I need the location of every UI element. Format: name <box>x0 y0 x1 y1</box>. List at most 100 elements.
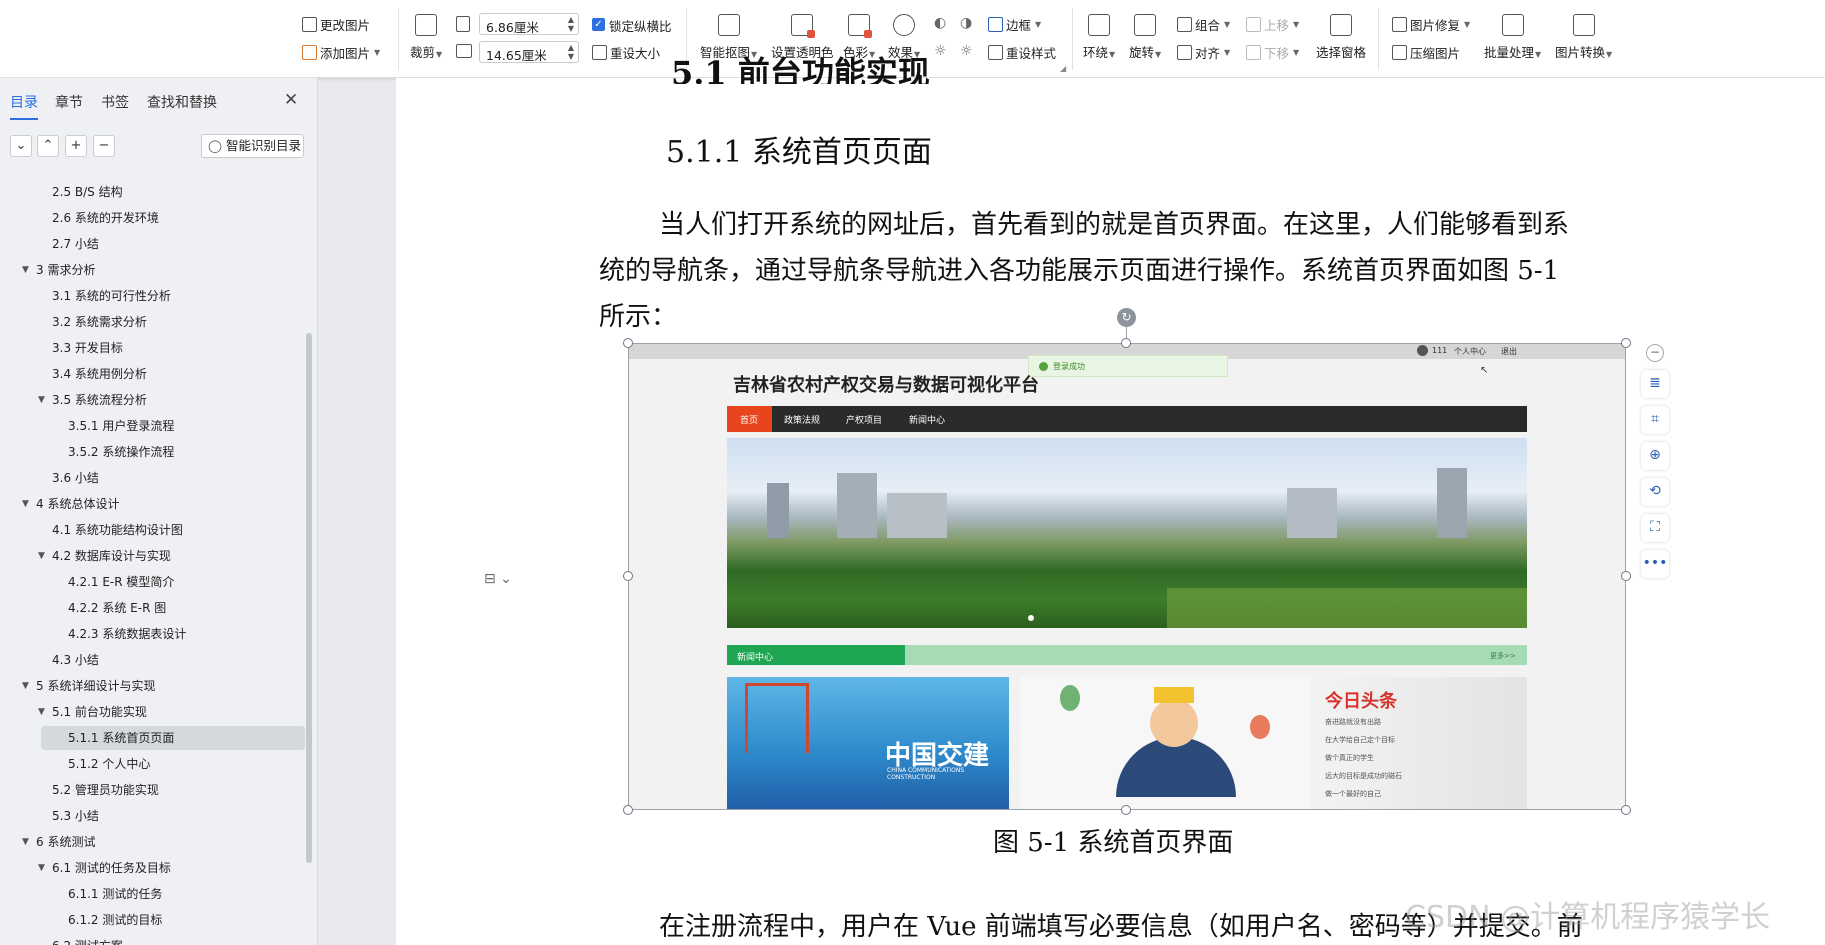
resize-handle[interactable] <box>623 338 633 348</box>
lock-ratio-checkbox[interactable]: ✓ <box>592 18 605 31</box>
selection-pane-button[interactable]: 选择窗格 <box>1316 14 1366 61</box>
resize-handle[interactable] <box>623 571 633 581</box>
layout-options-icon[interactable]: ⊟ ⌄ <box>484 571 512 587</box>
expand-toggle-icon[interactable]: ▼ <box>22 837 29 847</box>
layout-options-button[interactable]: ≣ <box>1641 370 1669 398</box>
toc-item[interactable]: 3.1 系统的可行性分析 <box>52 284 171 308</box>
toc-item[interactable]: 3.3 开发目标 <box>52 336 123 360</box>
embedded-nav-item: 产权项目 <box>846 416 883 426</box>
rotate-button[interactable]: 旋转▼ <box>1129 14 1161 61</box>
toc-item[interactable]: 5.1.1 系统首页页面 <box>41 726 305 750</box>
toc-item[interactable]: 3.5.1 用户登录流程 <box>68 414 174 438</box>
screen-capture-button[interactable]: ⛶ <box>1641 514 1669 542</box>
toc-item[interactable]: 3.5.2 系统操作流程 <box>68 440 174 464</box>
height-stepper[interactable]: ▲ ▼ <box>568 15 574 33</box>
toc-item[interactable]: 6 系统测试 <box>36 830 95 854</box>
reset-style-button[interactable]: 重设样式 <box>988 42 1056 62</box>
resize-handle[interactable] <box>623 805 633 815</box>
toc-item[interactable]: 5.2 管理员功能实现 <box>52 778 159 802</box>
batch-process-button[interactable]: 批量处理▼ <box>1484 14 1541 61</box>
compress-image-button[interactable]: 压缩图片 <box>1392 42 1460 62</box>
collapse-toolbar-icon[interactable]: − <box>1646 344 1664 362</box>
toc-item[interactable]: 3.2 系统需求分析 <box>52 310 147 334</box>
toc-item[interactable]: 4.1 系统功能结构设计图 <box>52 518 183 542</box>
width-stepper[interactable]: ▲ ▼ <box>568 43 574 61</box>
expand-toggle-icon[interactable]: ▼ <box>22 681 29 691</box>
move-down-button[interactable]: 下移 ▼ <box>1246 42 1299 62</box>
zoom-button[interactable]: ⊕ <box>1641 442 1669 470</box>
toc-item[interactable]: 3.4 系统用例分析 <box>52 362 147 386</box>
toc-item-label: 5 系统详细设计与实现 <box>36 679 156 693</box>
tab-toc[interactable]: 目录 <box>10 92 38 120</box>
width-input[interactable]: 14.65厘米 ▲ ▼ <box>479 41 579 63</box>
collapse-up-button[interactable]: ⌃ <box>37 135 59 157</box>
crop-button[interactable]: 裁剪▼ <box>410 14 442 61</box>
card1-subtitle: CHINA COMMUNICATIONS CONSTRUCTION <box>887 767 965 781</box>
align-button[interactable]: 对齐 ▼ <box>1177 42 1230 62</box>
remove-heading-button[interactable]: − <box>93 135 115 157</box>
group-button[interactable]: 组合 ▼ <box>1177 14 1230 34</box>
border-icon <box>988 16 1003 32</box>
resize-handle[interactable] <box>1121 805 1131 815</box>
tab-bookmarks[interactable]: 书签 <box>101 92 129 112</box>
toc-item[interactable]: 4.2.2 系统 E-R 图 <box>68 596 166 620</box>
tab-chapters[interactable]: 章节 <box>55 92 83 112</box>
more-options-button[interactable]: ••• <box>1641 550 1669 578</box>
dialog-launcher-icon[interactable]: ◢ <box>1060 64 1066 73</box>
change-image-button[interactable]: 更改图片 <box>302 14 370 34</box>
toc-item[interactable]: 4 系统总体设计 <box>36 492 119 516</box>
rotate-float-button[interactable]: ⟲ <box>1641 478 1669 506</box>
resize-handle[interactable] <box>1621 805 1631 815</box>
toc-item[interactable]: 3.6 小结 <box>52 466 99 490</box>
toc-item[interactable]: 2.6 系统的开发环境 <box>52 206 159 230</box>
expand-toggle-icon[interactable]: ▼ <box>38 707 45 717</box>
expand-toggle-icon[interactable]: ▼ <box>22 499 29 509</box>
toc-item[interactable]: 4.3 小结 <box>52 648 99 672</box>
brightness-up-icon[interactable]: ◐ <box>934 15 946 31</box>
toc-item[interactable]: 2.7 小结 <box>52 232 99 256</box>
toc-item[interactable]: 6.1.2 测试的目标 <box>68 908 162 932</box>
crop-float-button[interactable]: ⌗ <box>1641 406 1669 434</box>
expand-toggle-icon[interactable]: ▼ <box>38 551 45 561</box>
collapse-down-button[interactable]: ⌄ <box>10 135 32 157</box>
image-repair-button[interactable]: 图片修复 ▼ <box>1392 14 1470 34</box>
toc-item[interactable]: 6.1 测试的任务及目标 <box>52 856 171 880</box>
add-heading-button[interactable]: + <box>65 135 87 157</box>
toc-item-label: 4.1 系统功能结构设计图 <box>52 523 183 537</box>
expand-toggle-icon[interactable]: ▼ <box>38 863 45 873</box>
toc-item[interactable]: 4.2 数据库设计与实现 <box>52 544 171 568</box>
toc-item[interactable]: 5.1 前台功能实现 <box>52 700 147 724</box>
figure-image[interactable]: 111 个人中心 退出 登录成功 ↖ 吉林省农村产权交易与数据可视化平台 首页 … <box>628 343 1626 810</box>
tab-find-replace[interactable]: 查找和替换 <box>147 92 217 112</box>
toc-item[interactable]: 6.1.1 测试的任务 <box>68 882 162 906</box>
toc-item[interactable]: 3.5 系统流程分析 <box>52 388 147 412</box>
resize-handle[interactable] <box>1621 571 1631 581</box>
toc-item[interactable]: 6.2 测试方案 <box>52 934 123 945</box>
image-convert-button[interactable]: 图片转换▼ <box>1555 14 1612 61</box>
toc-item[interactable]: 4.2.1 E-R 模型简介 <box>68 570 174 594</box>
expand-toggle-icon[interactable]: ▼ <box>38 395 45 405</box>
toc-item[interactable]: 5.1.2 个人中心 <box>68 752 150 776</box>
reset-size-button[interactable]: 重设大小 <box>592 42 660 62</box>
toc-item[interactable]: 2.5 B/S 结构 <box>52 180 123 204</box>
close-icon[interactable]: ✕ <box>284 90 298 110</box>
sidebar-scrollbar[interactable] <box>306 333 312 863</box>
rotate-handle-icon[interactable]: ↻ <box>1117 308 1136 327</box>
toc-item[interactable]: 3 需求分析 <box>36 258 95 282</box>
resize-handle[interactable] <box>1121 338 1131 348</box>
brightness-down-icon[interactable]: ☼ <box>934 43 947 59</box>
wrap-button[interactable]: 环绕▼ <box>1083 14 1115 61</box>
toc-item[interactable]: 4.2.3 系统数据表设计 <box>68 622 186 646</box>
toc-item[interactable]: 5.3 小结 <box>52 804 99 828</box>
border-button[interactable]: 边框 ▼ <box>988 14 1041 34</box>
smart-toc-button[interactable]: ◯ 智能识别目录 <box>201 134 304 158</box>
add-image-button[interactable]: 添加图片 ▼ <box>302 42 380 62</box>
expand-toggle-icon[interactable]: ▼ <box>22 265 29 275</box>
toc-item[interactable]: 5 系统详细设计与实现 <box>36 674 155 698</box>
height-input[interactable]: 6.86厘米 ▲ ▼ <box>479 13 579 35</box>
resize-handle[interactable] <box>1621 338 1631 348</box>
contrast-down-icon[interactable]: ☼ <box>960 43 973 59</box>
contrast-up-icon[interactable]: ◑ <box>960 15 972 31</box>
move-up-button[interactable]: 上移 ▼ <box>1246 14 1299 34</box>
card3-item: 做个真正的学生 <box>1325 754 1374 762</box>
